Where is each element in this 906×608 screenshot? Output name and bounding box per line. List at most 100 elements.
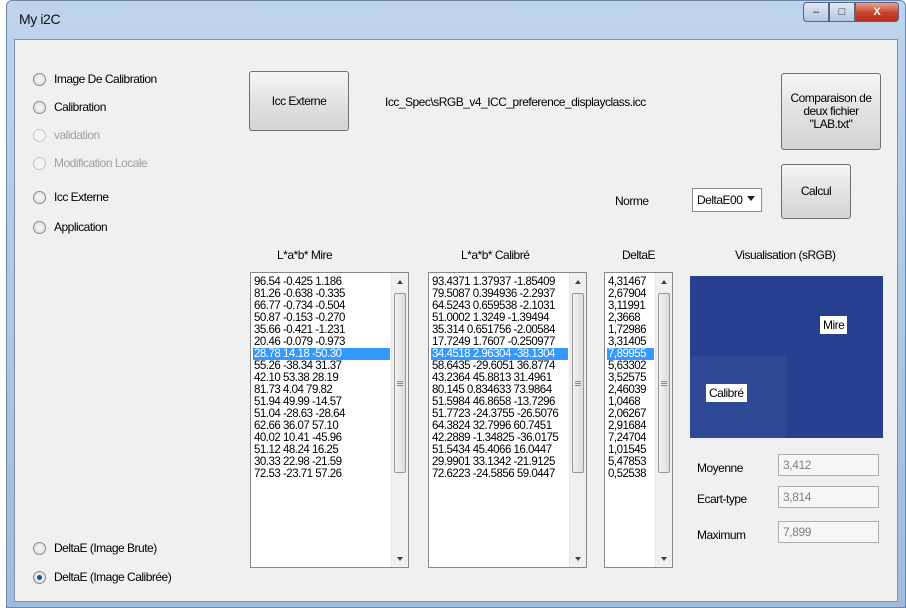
list-item[interactable]: 2,46039 [607,384,654,396]
list-item[interactable]: 35.314 0.651756 -2.00584 [431,324,568,336]
list-item[interactable]: 1,72986 [607,324,654,336]
ecart-type-field[interactable]: 3,814 [778,486,879,508]
mire-tag: Mire [820,316,848,334]
list-item[interactable]: 51.04 -28.63 -28.64 [253,408,390,420]
list-item[interactable]: 51.0002 1.3249 -1.39494 [431,312,568,324]
list-item[interactable]: 4,31467 [607,276,654,288]
list-item[interactable]: 42.2889 -1.34825 -36.0175 [431,432,568,444]
scroll-up-icon[interactable] [392,273,408,290]
calibre-list-rows: 93.4371 1.37937 -1.85409 79.5087 0.394936… [431,276,568,480]
list-item[interactable]: 2,91684 [607,420,654,432]
radio-calibration[interactable]: Calibration [33,100,106,114]
calibre-listbox[interactable]: 93.4371 1.37937 -1.85409 79.5087 0.394936… [428,272,587,568]
list-item[interactable]: 58.6435 -29.6051 36.8774 [431,360,568,372]
deltae-scrollbar[interactable] [655,273,672,567]
list-item[interactable]: 35.66 -0.421 -1.231 [253,324,390,336]
calibre-tag: Calibré [706,384,747,402]
list-item[interactable]: 3,31405 [607,336,654,348]
list-item[interactable]: 30.33 22.98 -21.59 [253,456,390,468]
list-item[interactable]: 40.02 10.41 -45.96 [253,432,390,444]
radio-application[interactable]: Application [33,220,108,234]
scroll-down-icon[interactable] [656,550,672,567]
list-item[interactable]: 81.26 -0.638 -0.335 [253,288,390,300]
list-item[interactable]: 7,89955 [607,348,654,360]
list-item[interactable]: 93.4371 1.37937 -1.85409 [431,276,568,288]
list-item[interactable]: 55.26 -38.34 31.37 [253,360,390,372]
list-item[interactable]: 2,3668 [607,312,654,324]
radio-dot [33,156,46,170]
list-item[interactable]: 5,63302 [607,360,654,372]
maximum-label: Maximum [697,528,746,542]
list-item[interactable]: 72.6223 -24.5856 59.0447 [431,468,568,480]
list-item[interactable]: 51.5984 46.8658 -13.7296 [431,396,568,408]
radio-deltae-image-calibree[interactable]: DeltaE (Image Calibrée) [33,570,172,584]
list-item[interactable]: 51.7723 -24.3755 -26.5076 [431,408,568,420]
list-item[interactable]: 64.5243 0.659538 -2.1031 [431,300,568,312]
scroll-thumb[interactable] [572,293,584,473]
list-item[interactable]: 34.4518 2.96304 -38.1304 [431,348,568,360]
maximum-field[interactable]: 7,899 [778,521,879,543]
scroll-thumb[interactable] [394,293,406,473]
mire-scrollbar[interactable] [391,273,408,567]
radio-label: Image De Calibration [54,72,157,86]
radio-label: validation [54,128,100,142]
app-window: My i2C – □ X Image De Calibration Calibr… [6,0,906,608]
norme-select[interactable]: DeltaE00 [692,188,762,212]
moyenne-field[interactable]: 3,412 [778,454,879,476]
list-item[interactable]: 66.77 -0.734 -0.504 [253,300,390,312]
list-item[interactable]: 2,06267 [607,408,654,420]
list-item[interactable]: 42.10 53.38 28.19 [253,372,390,384]
icc-profile-path: Icc_Spec\sRGB_v4_ICC_preference_displayc… [385,95,646,109]
list-item[interactable]: 2,67904 [607,288,654,300]
list-item[interactable]: 51.12 48.24 16.25 [253,444,390,456]
scroll-thumb[interactable] [658,293,670,473]
list-item[interactable]: 96.54 -0.425 1.186 [253,276,390,288]
radio-dot [33,100,46,114]
list-item[interactable]: 80.145 0.834633 73.9864 [431,384,568,396]
list-item[interactable]: 64.3824 32.7996 60.7451 [431,420,568,432]
list-item[interactable]: 51.94 49.99 -14.57 [253,396,390,408]
radio-dot [33,72,46,86]
radio-modification-locale: Modification Locale [33,156,148,170]
window-title: My i2C [19,11,61,27]
calibre-column-header: L*a*b* Calibré [461,248,530,262]
list-item[interactable]: 17.7249 1.7607 -0.250977 [431,336,568,348]
list-item[interactable]: 72.53 -23.71 57.26 [253,468,390,480]
radio-image-de-calibration[interactable]: Image De Calibration [33,72,157,86]
list-item[interactable]: 50.87 -0.153 -0.270 [253,312,390,324]
radio-icc-externe[interactable]: Icc Externe [33,190,109,204]
calibre-scrollbar[interactable] [569,273,586,567]
scroll-up-icon[interactable] [570,273,586,290]
list-item[interactable]: 5,47853 [607,456,654,468]
list-item[interactable]: 81.73 4.04 79.82 [253,384,390,396]
title-bar[interactable]: My i2C – □ X [7,1,905,39]
radio-dot [33,128,46,142]
deltae-listbox[interactable]: 4,31467 2,67904 3,11991 2,3668 1,72986 3,3140… [604,272,673,568]
list-item[interactable]: 62.66 36.07 57.10 [253,420,390,432]
list-item[interactable]: 7,24704 [607,432,654,444]
radio-label: Application [54,220,108,234]
radio-deltae-image-brute[interactable]: DeltaE (Image Brute) [33,541,157,555]
maximize-icon[interactable]: □ [829,2,855,22]
list-item[interactable]: 0,52538 [607,468,654,480]
list-item[interactable]: 1,01545 [607,444,654,456]
close-icon[interactable]: X [855,2,899,22]
list-item[interactable]: 79.5087 0.394936 -2.2937 [431,288,568,300]
list-item[interactable]: 3,11991 [607,300,654,312]
compare-lab-files-button[interactable]: Comparaison de deux fichier "LAB.txt" [781,73,881,150]
calcul-button[interactable]: Calcul [781,164,851,219]
list-item[interactable]: 29.9901 33.1342 -21.9125 [431,456,568,468]
list-item[interactable]: 28.78 14.18 -50.30 [253,348,390,360]
minimize-icon[interactable]: – [803,2,829,22]
list-item[interactable]: 51.5434 45.4066 16.0447 [431,444,568,456]
icc-externe-button[interactable]: Icc Externe [249,71,349,131]
scroll-down-icon[interactable] [392,550,408,567]
main-panel: Image De Calibration Calibration validat… [14,39,898,602]
list-item[interactable]: 3,52575 [607,372,654,384]
list-item[interactable]: 1,0468 [607,396,654,408]
scroll-up-icon[interactable] [656,273,672,290]
list-item[interactable]: 20.46 -0.079 -0.973 [253,336,390,348]
mire-listbox[interactable]: 96.54 -0.425 1.186 81.26 -0.638 -0.335 66.… [250,272,409,568]
list-item[interactable]: 43.2364 45.8813 31.4961 [431,372,568,384]
scroll-down-icon[interactable] [570,550,586,567]
